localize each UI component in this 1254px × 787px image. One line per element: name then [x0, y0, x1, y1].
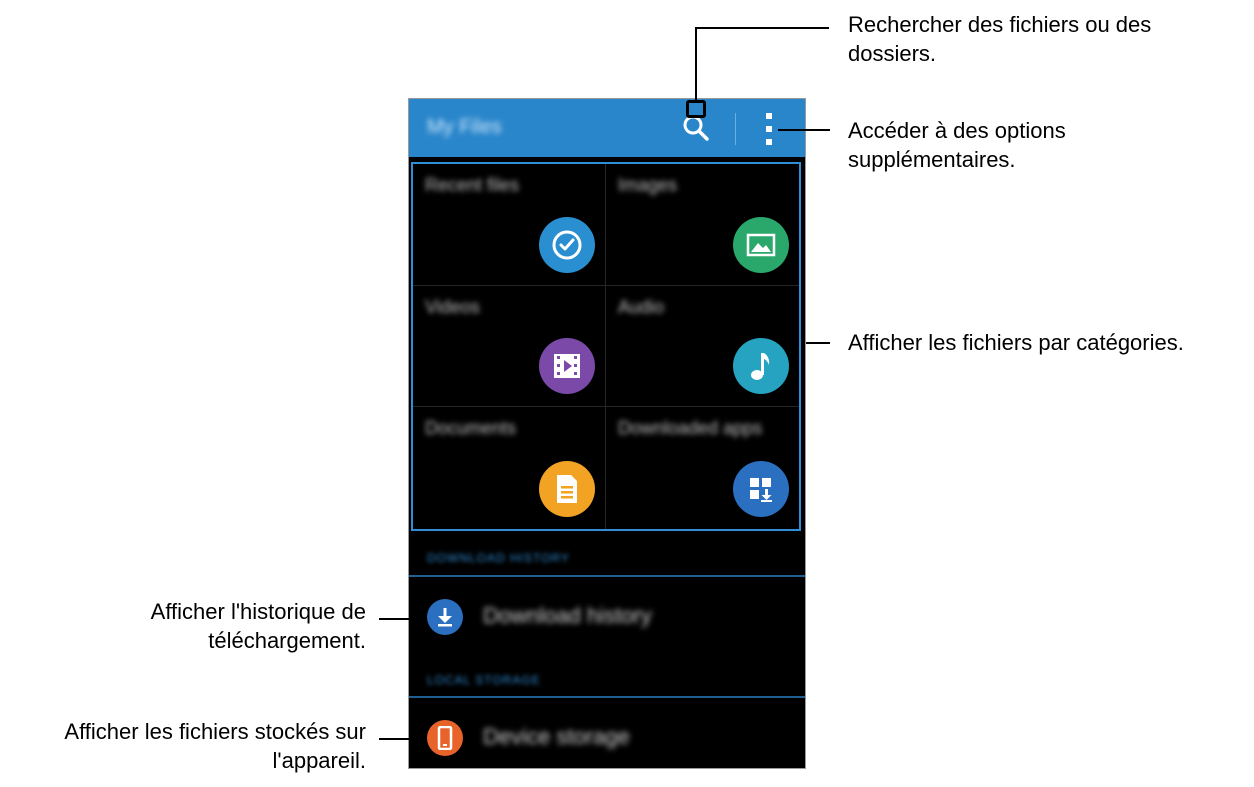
download-history-header: DOWNLOAD HISTORY [427, 551, 570, 565]
video-icon [539, 338, 595, 395]
category-label: Downloaded apps [618, 418, 763, 439]
smartphone-icon [427, 720, 463, 756]
callout-line [806, 342, 830, 344]
apps-download-icon [733, 460, 789, 517]
download-icon [427, 599, 463, 635]
device-storage-item[interactable]: Device storage [409, 698, 805, 778]
category-label: Audio [618, 296, 665, 317]
callout-device-storage: Afficher les fichiers stockés sur l'appa… [64, 719, 366, 773]
category-videos[interactable]: Videos [413, 285, 606, 408]
callout-search: Rechercher des fichiers ou des dossiers. [848, 12, 1152, 66]
action-bar-divider [735, 113, 736, 145]
download-history-item[interactable]: Download history [409, 577, 805, 657]
app-title: My Files [427, 116, 502, 138]
category-recent-files[interactable]: Recent files [413, 164, 606, 286]
search-highlight [686, 100, 706, 118]
category-documents[interactable]: Documents [413, 407, 606, 529]
category-label: Documents [425, 418, 517, 439]
callout-download-history: Afficher l'historique de téléchargement. [150, 599, 366, 653]
callout-more-options: Accéder à des options supplémentaires. [848, 118, 1066, 172]
download-history-label: Download history [483, 603, 652, 628]
local-storage-header: LOCAL STORAGE [427, 673, 541, 687]
action-bar: My Files [409, 99, 805, 157]
category-images[interactable]: Images [606, 164, 799, 286]
clock-icon [539, 216, 595, 273]
phone-screen: My Files Recent files Images Videos Audi… [408, 98, 806, 769]
category-label: Recent files [425, 175, 520, 195]
image-icon [733, 216, 789, 273]
callout-line [778, 129, 830, 131]
category-label: Videos [425, 296, 480, 317]
callout-line [695, 27, 697, 102]
category-label: Images [618, 175, 678, 195]
document-icon [539, 460, 595, 517]
device-storage-label: Device storage [483, 724, 630, 749]
callout-line [379, 618, 425, 620]
callout-line [379, 738, 425, 740]
category-audio[interactable]: Audio [606, 286, 799, 408]
category-downloaded-apps[interactable]: Downloaded apps [606, 407, 799, 529]
callout-categories: Afficher les fichiers par catégories. [848, 330, 1184, 355]
callout-line [695, 27, 829, 29]
categories-grid: Recent files Images Videos Audio Documen… [411, 162, 801, 531]
music-note-icon [733, 338, 789, 395]
